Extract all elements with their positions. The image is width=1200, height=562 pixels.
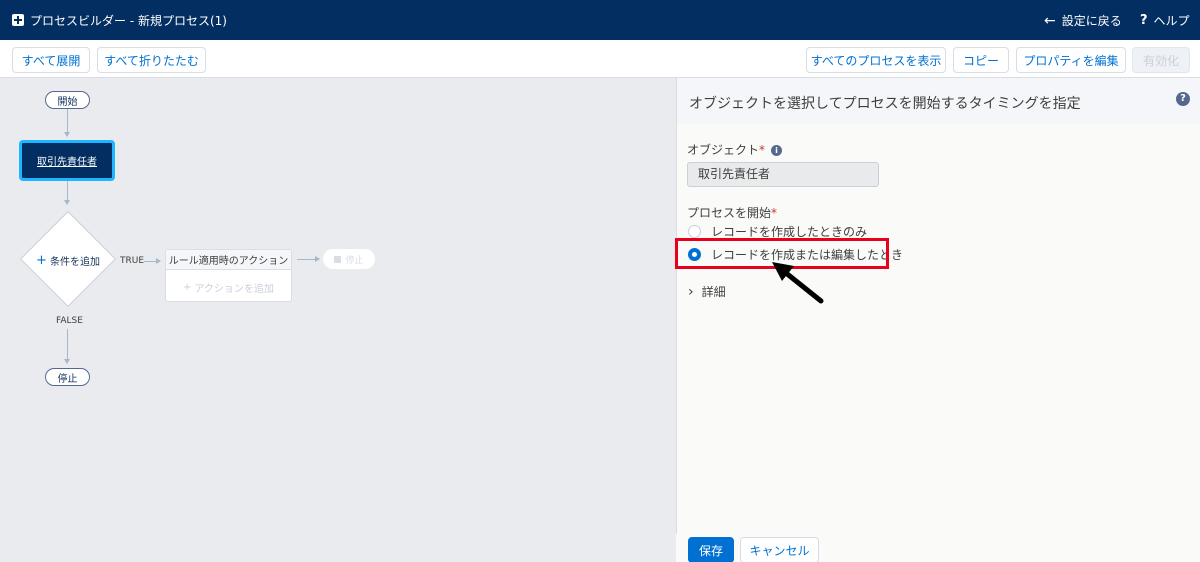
show-all-processes-button[interactable]: すべてのプロセスを表示 [806, 47, 946, 73]
back-to-setup-label: 設定に戻る [1061, 14, 1122, 28]
object-node[interactable]: 取引先責任者 [19, 140, 115, 181]
stop-disabled-label: 停止 [345, 255, 364, 266]
stop-icon [334, 255, 342, 263]
start-node: 開始 [45, 91, 90, 109]
required-marker: * [759, 143, 766, 157]
connector-arrow [315, 256, 320, 262]
stop-node-disabled: 停止 [323, 249, 375, 269]
connector [67, 329, 68, 361]
connector [67, 181, 68, 201]
help-link[interactable]: ? ヘルプ [1140, 12, 1190, 29]
add-criteria-label: 条件を追加 [49, 257, 100, 268]
plus-icon: + [183, 282, 192, 293]
plus-icon: + [36, 252, 47, 268]
connector-arrow [64, 359, 70, 364]
add-criteria-node[interactable]: + 条件を追加 [36, 252, 100, 269]
chevron-right-icon: › [688, 283, 694, 300]
connector [297, 259, 317, 260]
back-to-setup-link[interactable]: ← 設定に戻る [1044, 12, 1122, 29]
immediate-actions-header: ルール適用時のアクション [166, 250, 291, 270]
connector-arrow [64, 200, 70, 205]
radio-button[interactable] [688, 225, 701, 238]
true-label: TRUE [120, 256, 145, 266]
object-label-text: オブジェクト [687, 143, 760, 157]
cancel-button[interactable]: キャンセル [740, 537, 819, 562]
collapse-all-button[interactable]: すべて折りたたむ [97, 47, 206, 73]
help-icon[interactable]: ? [1176, 92, 1190, 106]
app-header: プロセスビルダー - 新規プロセス(1) ← 設定に戻る ? ヘルプ [0, 0, 1200, 40]
app-title: プロセスビルダー - 新規プロセス(1) [30, 14, 227, 28]
add-action-link[interactable]: + アクションを追加 [166, 280, 291, 295]
start-process-label: プロセスを開始* [687, 204, 777, 221]
panel-header: オブジェクトを選択してプロセスを開始するタイミングを指定 ? [677, 78, 1200, 124]
false-label: FALSE [56, 316, 83, 326]
question-icon: ? [1140, 13, 1148, 28]
edit-properties-button[interactable]: プロパティを編集 [1016, 47, 1126, 73]
panel-title: オブジェクトを選択してプロセスを開始するタイミングを指定 [689, 96, 1081, 112]
annotation-arrow [772, 262, 824, 304]
info-icon[interactable]: i [771, 145, 783, 156]
activate-button[interactable]: 有効化 [1132, 47, 1190, 73]
connector-arrow [156, 258, 161, 264]
add-action-label: アクションを追加 [194, 284, 274, 295]
save-button[interactable]: 保存 [688, 537, 734, 562]
required-marker: * [771, 206, 778, 220]
help-label: ヘルプ [1153, 14, 1190, 28]
start-process-label-text: プロセスを開始 [687, 206, 772, 220]
stop-node: 停止 [45, 368, 90, 386]
object-field: 取引先責任者 [687, 162, 879, 187]
arrow-left-icon: ← [1044, 12, 1056, 29]
object-field-label: オブジェクト* i [687, 141, 783, 158]
expand-all-button[interactable]: すべて展開 [12, 47, 90, 73]
connector [67, 109, 68, 134]
toolbar: すべて展開 すべて折りたたむ すべてのプロセスを表示 コピー プロパティを編集 … [0, 40, 1200, 78]
details-toggle[interactable]: › 詳細 [688, 283, 726, 300]
immediate-actions-box: ルール適用時のアクション + アクションを追加 [165, 249, 292, 302]
copy-button[interactable]: コピー [953, 47, 1009, 73]
process-builder-icon [12, 14, 24, 26]
details-label: 詳細 [701, 285, 726, 299]
connector-arrow [64, 132, 70, 137]
